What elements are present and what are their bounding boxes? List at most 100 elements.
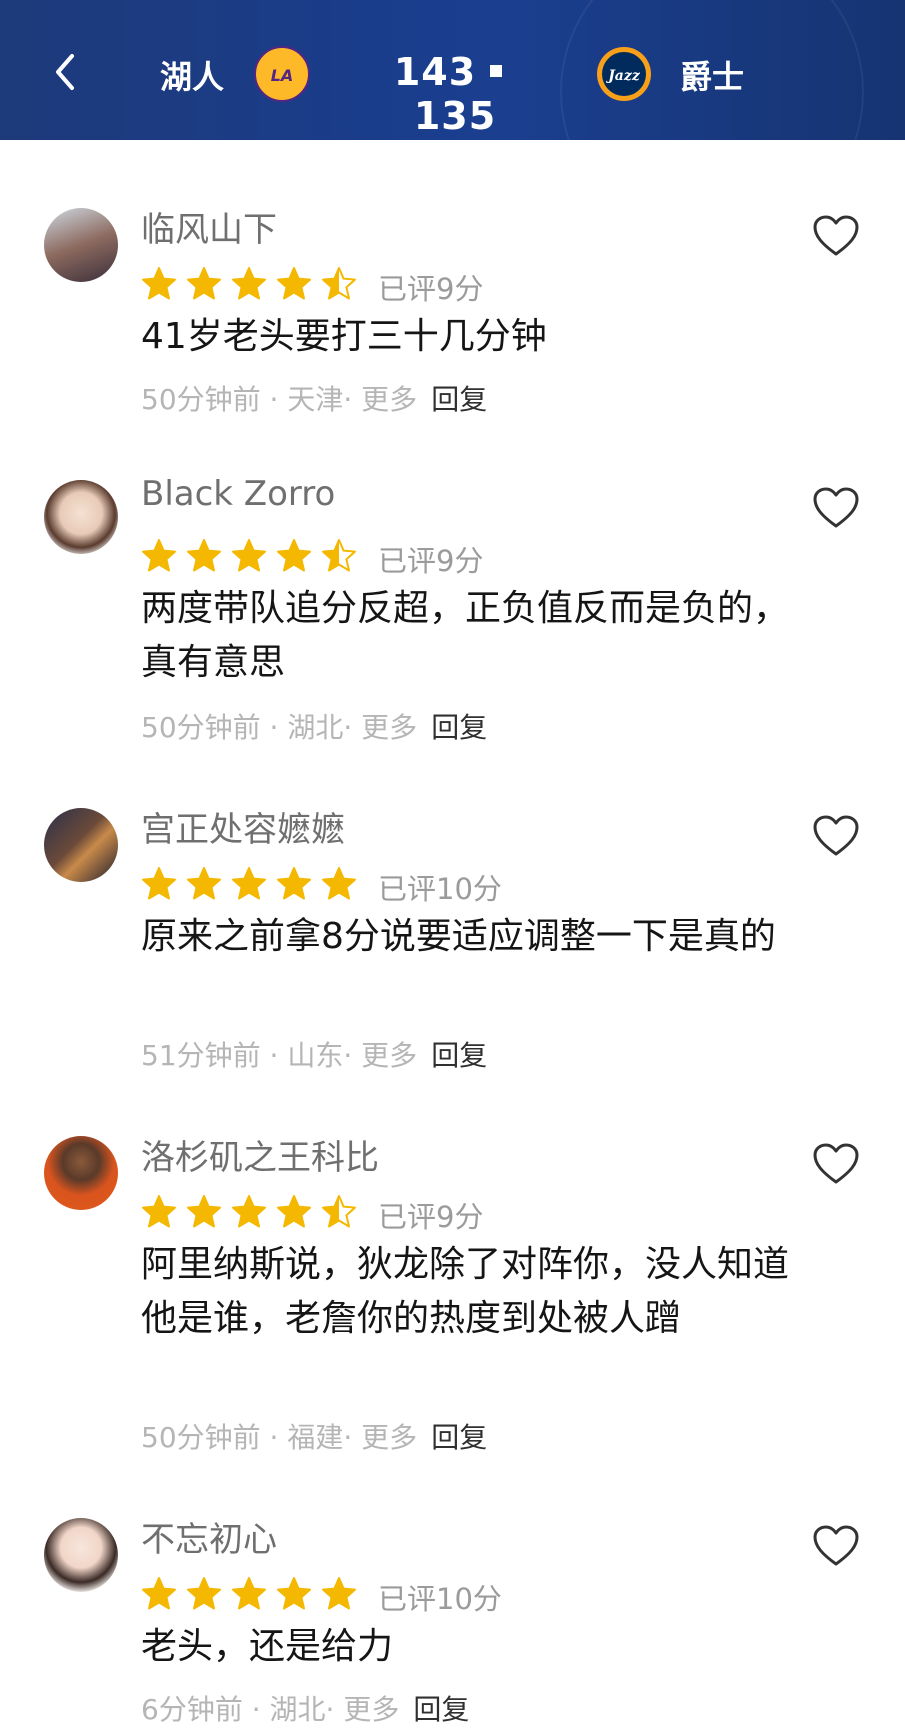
commenter-name[interactable]: 临风山下 [141, 202, 277, 251]
comment-meta: 6分钟前 · 湖北· 更多 回复 [141, 1688, 469, 1728]
home-score: 143 [393, 50, 477, 94]
rating-text: 已评9分 [378, 272, 484, 306]
meta-separator: · [260, 1039, 288, 1072]
star-full-icon [186, 1576, 222, 1612]
star-full-icon [321, 1576, 357, 1612]
comment-time: 50分钟前 [141, 383, 261, 416]
more-link[interactable]: 更多 [361, 711, 417, 744]
home-team-name[interactable]: 湖人 [160, 52, 224, 98]
comment-meta: 50分钟前 · 天津· 更多 回复 [141, 378, 487, 418]
star-full-icon [231, 266, 267, 302]
star-full-icon [276, 266, 312, 302]
reply-button[interactable]: 回复 [431, 1421, 487, 1454]
comment-meta: 51分钟前 · 山东· 更多 回复 [141, 1034, 487, 1074]
star-half-icon [321, 266, 357, 302]
game-header: 湖人 LA 143135 Jazz 爵士 [0, 0, 905, 140]
star-full-icon [141, 1576, 177, 1612]
reply-button[interactable]: 回复 [431, 383, 487, 416]
score-separator [490, 64, 503, 77]
rating-text: 已评9分 [378, 1200, 484, 1234]
comment-text: 阿里纳斯说，狄龙除了对阵你，没人知道他是谁，老詹你的热度到处被人蹭 [141, 1244, 790, 1339]
comment-time: 51分钟前 [141, 1039, 261, 1072]
star-full-icon [141, 866, 177, 902]
star-full-icon [231, 1576, 267, 1612]
commenter-name[interactable]: 不忘初心 [141, 1512, 277, 1561]
star-rating [141, 538, 366, 578]
heart-icon[interactable] [812, 1524, 860, 1568]
avatar[interactable] [44, 480, 118, 554]
star-full-icon [141, 1194, 177, 1230]
back-arrow-icon[interactable] [50, 52, 80, 92]
more-link[interactable]: 更多 [361, 1421, 417, 1454]
star-full-icon [186, 866, 222, 902]
lakers-logo-icon[interactable]: LA [254, 46, 310, 102]
star-full-icon [276, 538, 312, 574]
more-link[interactable]: 更多 [343, 1693, 399, 1726]
comment-meta: 50分钟前 · 福建· 更多 回复 [141, 1416, 487, 1456]
star-half-icon [321, 538, 357, 574]
star-full-icon [276, 1194, 312, 1230]
star-full-icon [276, 866, 312, 902]
star-half-icon [321, 1194, 357, 1230]
meta-separator: · [343, 383, 362, 416]
rating-text: 已评10分 [378, 872, 502, 906]
heart-icon[interactable] [812, 214, 860, 258]
avatar[interactable] [44, 808, 118, 882]
avatar[interactable] [44, 208, 118, 282]
star-rating [141, 866, 366, 906]
comment-meta: 50分钟前 · 湖北· 更多 回复 [141, 706, 487, 746]
more-link[interactable]: 更多 [361, 383, 417, 416]
comment-time: 50分钟前 [141, 711, 261, 744]
star-full-icon [186, 266, 222, 302]
commenter-name[interactable]: 宫正处容嬷嬷 [141, 802, 345, 851]
reply-button[interactable]: 回复 [431, 711, 487, 744]
commenter-name[interactable]: Black Zorro [141, 474, 335, 514]
commenter-name[interactable]: 洛杉矶之王科比 [141, 1130, 379, 1179]
jazz-logo-icon[interactable]: Jazz [596, 46, 652, 102]
comment-text: 41岁老头要打三十几分钟 [141, 316, 547, 357]
svg-text:LA: LA [271, 66, 294, 85]
star-full-icon [231, 1194, 267, 1230]
star-rating [141, 1576, 366, 1616]
comment-time: 6分钟前 [141, 1693, 243, 1726]
comment-location: 湖北 [269, 1693, 326, 1726]
comment-location: 福建 [287, 1421, 344, 1454]
star-full-icon [186, 1194, 222, 1230]
avatar[interactable] [44, 1136, 118, 1210]
comment-location: 湖北 [287, 711, 344, 744]
comment-location: 天津 [287, 383, 344, 416]
meta-separator: · [260, 711, 288, 744]
avatar[interactable] [44, 1518, 118, 1592]
star-full-icon [231, 538, 267, 574]
meta-separator: · [343, 711, 362, 744]
star-full-icon [141, 538, 177, 574]
meta-separator: · [242, 1693, 270, 1726]
comment-location: 山东 [287, 1039, 344, 1072]
away-score: 135 [413, 94, 497, 138]
away-team-name[interactable]: 爵士 [680, 52, 744, 98]
star-rating [141, 266, 366, 306]
rating-text: 已评9分 [378, 544, 484, 578]
meta-separator: · [260, 1421, 288, 1454]
heart-icon[interactable] [812, 486, 860, 530]
star-full-icon [141, 266, 177, 302]
comment-text: 老头，还是给力 [141, 1626, 394, 1667]
meta-separator: · [343, 1421, 362, 1454]
star-rating [141, 1194, 366, 1234]
meta-separator: · [343, 1039, 362, 1072]
heart-icon[interactable] [812, 814, 860, 858]
comment-text: 两度带队追分反超，正负值反而是负的，真有意思 [141, 588, 790, 683]
heart-icon[interactable] [812, 1142, 860, 1186]
comment-text: 原来之前拿8分说要适应调整一下是真的 [141, 916, 776, 957]
reply-button[interactable]: 回复 [431, 1039, 487, 1072]
scoreboard: 143135 [360, 50, 550, 138]
more-link[interactable]: 更多 [361, 1039, 417, 1072]
star-full-icon [276, 1576, 312, 1612]
star-full-icon [186, 538, 222, 574]
svg-text:Jazz: Jazz [605, 68, 641, 84]
star-full-icon [231, 866, 267, 902]
rating-text: 已评10分 [378, 1582, 502, 1616]
meta-separator: · [325, 1693, 344, 1726]
comment-time: 50分钟前 [141, 1421, 261, 1454]
reply-button[interactable]: 回复 [413, 1693, 469, 1726]
